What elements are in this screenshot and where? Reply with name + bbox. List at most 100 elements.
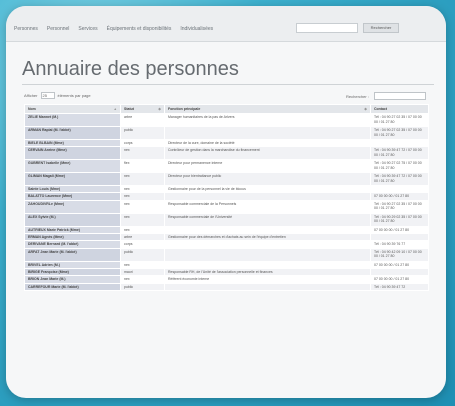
table-row: BIELE BLBAIN (Mme) corps Directeur de la c… [24,139,429,147]
person-name-link[interactable]: CARREFOUR Marie (M. l'abbé) [24,282,121,291]
status-cell: public [120,126,165,140]
person-name-link[interactable]: BALATTO Laurence (Mme) [24,192,121,201]
contact-cell [370,139,429,147]
function-cell: Gestionnaire pour de la personnel la vie… [164,185,371,193]
table-row: CERVAIN Anrine (Mme) nex Contrôleur de ges… [24,146,429,160]
function-cell [164,282,371,291]
table-row: DERIVANE Bernard (M. l'abbé) corps Tél : 0… [24,240,429,249]
function-cell [164,240,371,249]
table-row: BRION Jean Marie (M.) nex Référent économi… [24,275,429,284]
status-cell: arbre [120,233,165,241]
person-name-link[interactable]: DERIVANE Bernard (M. l'abbé) [24,240,121,249]
nav-menu: Personnes Personnel Services Équipements… [14,26,213,32]
function-cell [164,192,371,201]
function-cell: Gestionnaire pour des démarches et d'ach… [164,233,371,241]
person-name-link[interactable]: AUTRIEUX Marie Patrick (Mme) [24,225,121,234]
function-cell: Responsable commerciale de l'Université [164,212,371,227]
table-row: ZAHOUDIVRLe (Mme) nex Responsable commerci… [24,199,429,214]
person-name-link[interactable]: BIRIGE Françoise (Mme) [24,268,121,276]
function-cell: Référent économie interne [164,275,371,284]
status-cell: nex [120,212,165,227]
function-cell: Contrôleur de gestion dans la marchandis… [164,146,371,160]
status-cell: nex [120,192,165,201]
contact-cell: Tél : 04 90 42 09 10 / 07 00 00 00 / 01 … [370,247,429,262]
table-row: BRIVEL Adrien (M.) nex 07 00 00 00 / 01 27… [24,260,429,269]
table-row: Sainte Louis (Mme) nex Gestionnaire pour d… [24,185,429,193]
person-name-link[interactable]: Sainte Louis (Mme) [24,185,121,193]
nav-search-input[interactable] [296,23,358,33]
function-cell [164,225,371,234]
status-cell: flex [120,159,165,173]
contact-cell: 07 00 00 00 / 01 27 80 [370,192,429,201]
length-control: Afficher 25 éléments par page [24,92,91,99]
screenshot-frame: Personnes Personnel Services Équipements… [6,6,446,398]
function-cell [164,247,371,262]
table-row: ERMAN Agnès (Mme) arbre Gestionnaire pour … [24,233,429,241]
function-cell [164,260,371,269]
people-table: Nom ▲ Statut ◆ Fonction principale ◆ Contac… [24,104,429,291]
afficher-label: Afficher [24,93,38,98]
status-cell: corps [120,139,165,147]
nav-item-services[interactable]: Services [78,26,97,32]
person-name-link[interactable]: GLIMAN Magali (Mme) [24,172,121,186]
nav-item-individualisees[interactable]: Individualisées [180,26,213,32]
contact-cell: Tél : 04 90 27 02 75 / 07 00 00 00 / 01 … [370,159,429,173]
table-row: GUBRENT Isabelle (Mme) flex Directeur pour… [24,159,429,173]
table-row: ZELIE Mannet (M.) arbre Manager humanitair… [24,113,429,127]
column-header-nom[interactable]: Nom ▲ [24,104,121,114]
person-name-link[interactable]: ERMAN Agnès (Mme) [24,233,121,241]
person-name-link[interactable]: BRION Jean Marie (M.) [24,275,121,284]
person-name-link[interactable]: ARMAN Rapial (M. l'abbé) [24,126,121,140]
function-cell: Manager humanitaires de la pas de Arlver… [164,113,371,127]
column-header-fonction[interactable]: Fonction principale ◆ [164,104,371,114]
person-name-link[interactable]: ZAHOUDIVRLe (Mme) [24,199,121,214]
status-cell: public [120,282,165,291]
person-name-link[interactable]: BRIVEL Adrien (M.) [24,260,121,269]
column-header-statut[interactable]: Statut ◆ [120,104,165,114]
contact-cell [370,185,429,193]
contact-cell: Tél : 04 90 39 76 77 [370,240,429,249]
contact-cell: 07 00 00 00 / 01 27 80 [370,225,429,234]
table-row: GLIMAN Magali (Mme) nex Directeur pour bie… [24,172,429,186]
person-name-link[interactable]: ZELIE Mannet (M.) [24,113,121,127]
contact-cell: 07 00 00 00 / 01 27 80 [370,260,429,269]
contact-cell: 07 00 00 00 / 01 27 80 [370,275,429,284]
table-search-input[interactable] [374,92,426,100]
status-cell: nex [120,199,165,214]
table-row: BALATTO Laurence (Mme) nex 07 00 00 00 / 0… [24,192,429,201]
contact-cell: Tél : 04 90 39 47 72 / 07 00 00 00 / 01 … [370,146,429,160]
contact-cell: Tél : 04 90 39 47 72 [370,282,429,291]
person-name-link[interactable]: CERVAIN Anrine (Mme) [24,146,121,160]
nav-search-button[interactable]: Rechercher [363,23,399,33]
entries-suffix: éléments par page [57,93,91,98]
table-row: AUTRIEUX Marie Patrick (Mme) nex 07 00 00 … [24,225,429,234]
table-row: BIRIGE Françoise (Mme) maori Responsable R… [24,268,429,276]
status-cell: nex [120,172,165,186]
table-search-label: Rechercher : [346,94,369,99]
person-name-link[interactable]: ALEX Sylvie (M.) [24,212,121,227]
function-cell [164,126,371,140]
table-row: ARFAT Jean Marie (M. l'abbé) public Tél : … [24,247,429,262]
table-row: ARMAN Rapial (M. l'abbé) public Tél : 04 9… [24,126,429,140]
status-cell: nex [120,260,165,269]
nav-item-personnel[interactable]: Personnel [47,26,70,32]
person-name-link[interactable]: GUBRENT Isabelle (Mme) [24,159,121,173]
entries-select[interactable]: 25 [40,92,55,99]
nav-item-personnes[interactable]: Personnes [14,26,38,32]
top-navigation: Personnes Personnel Services Équipements… [6,6,446,42]
table-row: ALEX Sylvie (M.) nex Responsable commercia… [24,212,429,227]
function-cell: Directeur pour permanence interne [164,159,371,173]
person-name-link[interactable]: ARFAT Jean Marie (M. l'abbé) [24,247,121,262]
status-cell: public [120,247,165,262]
status-cell: nex [120,275,165,284]
status-cell: nex [120,185,165,193]
table-header-row: Nom ▲ Statut ◆ Fonction principale ◆ Contac… [24,104,429,114]
person-name-link[interactable]: BIELE BLBAIN (Mme) [24,139,121,147]
column-header-contact[interactable]: Contact [370,104,429,114]
status-cell: corps [120,240,165,249]
contact-cell: Tél : 04 90 27 02 35 / 07 00 00 00 / 01 … [370,126,429,140]
title-divider [22,84,434,85]
status-cell: arbre [120,113,165,127]
nav-item-equipements[interactable]: Équipements et disponibilités [107,26,172,32]
contact-cell [370,268,429,276]
